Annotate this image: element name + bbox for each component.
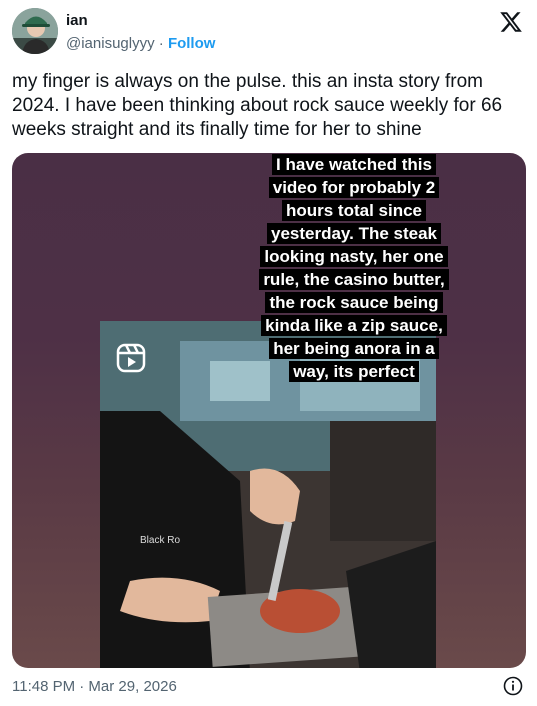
caption-line: her being anora in a xyxy=(269,338,439,359)
caption-line: video for probably 2 xyxy=(268,177,440,198)
author-handle[interactable]: @ianisuglyyy xyxy=(66,35,155,52)
caption-line: the rock sauce being xyxy=(265,292,443,313)
shirt-logo-text: Black Ro xyxy=(140,535,180,546)
caption-line: yesterday. The steak xyxy=(267,223,441,244)
caption-line: kinda like a zip sauce, xyxy=(261,315,447,336)
tweet-timestamp[interactable]: 11:48 PM · Mar 29, 2026 xyxy=(12,678,177,695)
info-icon[interactable] xyxy=(503,676,523,696)
caption-line: way, its perfect xyxy=(289,361,419,382)
author-handle-row: @ianisuglyyy · Follow xyxy=(66,35,215,52)
caption-line: hours total since xyxy=(281,200,427,221)
instagram-reels-icon xyxy=(116,343,146,373)
x-logo-icon[interactable] xyxy=(499,10,523,34)
story-caption: I have watched this video for probably 2… xyxy=(240,153,468,383)
avatar[interactable] xyxy=(12,8,58,54)
caption-line: rule, the casino butter, xyxy=(259,269,449,290)
tweet-text: my finger is always on the pulse. this a… xyxy=(12,71,503,140)
tweet-media[interactable]: Black Ro I have watched this video for p… xyxy=(12,153,526,668)
follow-button[interactable]: Follow xyxy=(168,35,216,52)
handle-separator: · xyxy=(154,35,168,52)
author-name[interactable]: ian xyxy=(66,12,88,29)
caption-line: I have watched this xyxy=(272,154,436,175)
caption-line: looking nasty, her one xyxy=(260,246,448,267)
